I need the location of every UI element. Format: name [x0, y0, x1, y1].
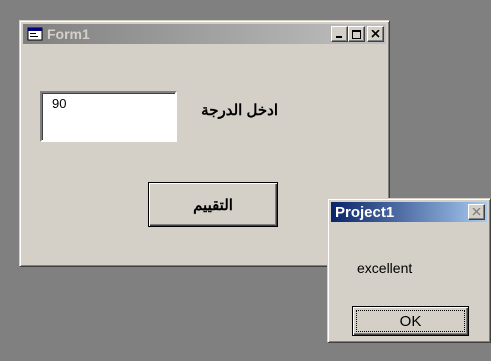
grade-label: ادخل الدرجة	[201, 102, 278, 119]
messagebox-title: Project1	[335, 203, 395, 221]
maximize-icon	[352, 29, 361, 39]
form1-titlebar[interactable]: Form1	[23, 24, 386, 44]
messagebox-close-button[interactable]	[468, 204, 485, 220]
minimize-button[interactable]	[331, 26, 348, 42]
form1-title: Form1	[47, 26, 90, 42]
messagebox-titlebar[interactable]: Project1	[331, 202, 487, 222]
minimize-icon	[336, 35, 342, 38]
messagebox-message: excellent	[357, 260, 413, 276]
grade-input[interactable]: 90	[40, 91, 177, 142]
close-icon	[371, 30, 380, 38]
ok-button-label: OK	[399, 312, 422, 330]
ok-button[interactable]: OK	[352, 306, 469, 336]
form-icon[interactable]	[27, 27, 43, 41]
project1-messagebox: Project1 excellent OK	[327, 198, 491, 343]
evaluate-button[interactable]: التقييم	[148, 182, 278, 227]
close-button[interactable]	[367, 26, 384, 42]
maximize-button[interactable]	[348, 26, 365, 42]
close-icon	[472, 208, 481, 216]
